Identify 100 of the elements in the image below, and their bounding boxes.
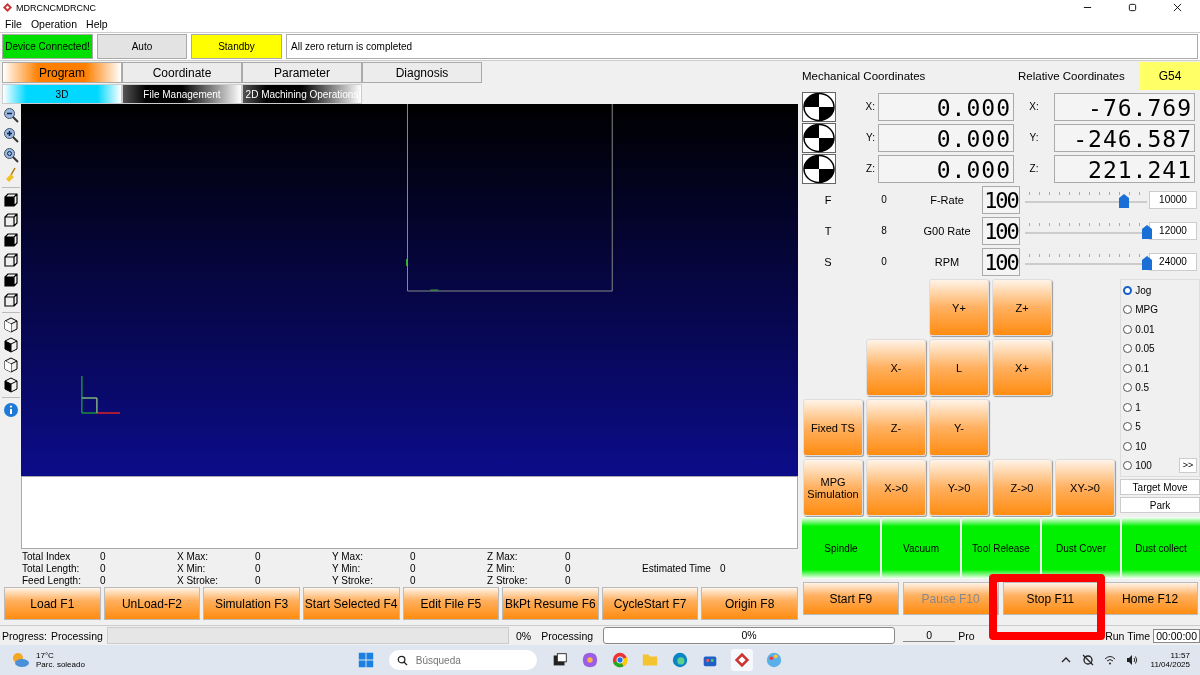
- progress-percent: 0%: [515, 629, 532, 642]
- jog-button[interactable]: Y->0: [929, 459, 989, 516]
- radio-button[interactable]: [1123, 344, 1133, 354]
- radio-button[interactable]: [1123, 324, 1133, 334]
- radio-button[interactable]: [1123, 460, 1133, 470]
- jog-button[interactable]: Z+: [992, 279, 1052, 336]
- iso-cube-icon[interactable]: [2, 357, 19, 373]
- jog-button[interactable]: X+: [992, 339, 1052, 396]
- axis-label: Y:: [865, 132, 876, 143]
- speaker-icon[interactable]: [1125, 654, 1138, 666]
- output-toggle[interactable]: Tool Release: [962, 517, 1040, 579]
- output-toggle[interactable]: Vacuum: [882, 517, 960, 579]
- radio-label[interactable]: 0.05: [1135, 343, 1155, 355]
- program-button[interactable]: Simulation F3: [203, 587, 300, 620]
- iso-cube-icon[interactable]: [2, 377, 19, 393]
- wifi-icon[interactable]: [1103, 654, 1116, 666]
- radio-label[interactable]: 0.01: [1135, 323, 1155, 335]
- clock-time[interactable]: 11:57: [1170, 651, 1190, 660]
- program-button[interactable]: Origin F8: [701, 587, 798, 620]
- more-button[interactable]: >>: [1179, 457, 1197, 473]
- radio-label[interactable]: 0.1: [1135, 362, 1150, 374]
- jog-button[interactable]: X-: [866, 339, 926, 396]
- slider-thumb[interactable]: [1118, 193, 1129, 208]
- jog-button[interactable]: XY->0: [1055, 459, 1115, 516]
- cube-icon[interactable]: [2, 272, 19, 288]
- max-value-field[interactable]: 10000: [1149, 190, 1197, 209]
- close-icon[interactable]: [1173, 3, 1182, 12]
- radio-label[interactable]: MPG: [1135, 304, 1158, 316]
- jog-button[interactable]: Y-: [929, 399, 989, 456]
- radio-button[interactable]: [1123, 441, 1133, 451]
- park-button[interactable]: Park: [1120, 497, 1200, 513]
- tab[interactable]: Program: [2, 62, 122, 83]
- search-field[interactable]: Búsqueda: [388, 650, 537, 670]
- browser-icon[interactable]: [610, 651, 629, 669]
- program-button[interactable]: BkPt Resume F6: [502, 587, 599, 620]
- program-button[interactable]: Edit File F5: [402, 587, 500, 620]
- jog-button[interactable]: Y+: [929, 279, 989, 336]
- jog-button[interactable]: Fixed TS: [803, 399, 863, 456]
- cloud-off-icon[interactable]: [1081, 654, 1094, 666]
- radio-button[interactable]: [1123, 363, 1133, 373]
- radio-label[interactable]: 1: [1135, 401, 1141, 413]
- cube-icon[interactable]: [2, 192, 19, 208]
- app-logo-icon[interactable]: [730, 649, 753, 671]
- coordinate-display: 0.000: [878, 92, 1014, 121]
- stat-value: 0: [100, 563, 107, 575]
- zoom-fit-icon[interactable]: [2, 147, 19, 163]
- zoom-out-icon[interactable]: [2, 107, 19, 123]
- tab[interactable]: 3D: [2, 84, 122, 104]
- program-button[interactable]: Load F1: [4, 587, 101, 620]
- menu-item[interactable]: File: [5, 17, 22, 30]
- maximize-icon[interactable]: [1128, 3, 1137, 12]
- zoom-in-icon[interactable]: [2, 127, 19, 143]
- program-button[interactable]: UnLoad-F2: [103, 587, 201, 620]
- jog-button[interactable]: X->0: [866, 459, 926, 516]
- radio-label[interactable]: 5: [1135, 421, 1141, 433]
- program-button[interactable]: Start Selected F4: [302, 587, 400, 620]
- radio-button[interactable]: [1123, 383, 1133, 393]
- paint-icon[interactable]: [764, 651, 783, 669]
- cube-icon[interactable]: [2, 292, 19, 308]
- clock-date[interactable]: 11/04/2025: [1150, 660, 1190, 669]
- output-toggle[interactable]: Dust collect: [1122, 517, 1200, 579]
- tab[interactable]: Diagnosis: [362, 62, 482, 83]
- slider-thumb[interactable]: [1142, 224, 1152, 239]
- cube-icon[interactable]: [2, 252, 19, 268]
- max-value-field[interactable]: 12000: [1149, 221, 1197, 240]
- start-icon[interactable]: [356, 651, 375, 669]
- radio-selected[interactable]: [1123, 286, 1133, 295]
- jog-button[interactable]: Z->0: [992, 459, 1052, 516]
- cube-icon[interactable]: [2, 212, 19, 228]
- output-toggle[interactable]: Dust Cover: [1042, 517, 1120, 579]
- output-toggle[interactable]: Spindle: [802, 517, 880, 579]
- tab[interactable]: Parameter: [242, 62, 362, 83]
- machine-button[interactable]: Stop F11: [1002, 582, 1099, 615]
- jog-button[interactable]: Z-: [866, 399, 926, 456]
- radio-label[interactable]: 10: [1135, 440, 1147, 452]
- iso-cube-icon[interactable]: [2, 337, 19, 353]
- radio-button[interactable]: [1123, 422, 1133, 432]
- jog-button[interactable]: L: [929, 339, 989, 396]
- tab[interactable]: Coordinate: [122, 62, 242, 83]
- machine-button[interactable]: Start F9: [803, 582, 899, 615]
- run-time-field: 00:00:00: [1153, 628, 1200, 643]
- search-input[interactable]: Búsqueda: [413, 653, 528, 667]
- target-move-button[interactable]: Target Move: [1120, 479, 1200, 495]
- info-icon[interactable]: [2, 402, 19, 418]
- radio-button[interactable]: [1123, 305, 1133, 315]
- max-value-field[interactable]: 24000: [1149, 252, 1197, 271]
- program-button[interactable]: CycleStart F7: [601, 587, 699, 620]
- jog-button[interactable]: MPG Simulation: [803, 459, 863, 516]
- slider-thumb[interactable]: [1142, 255, 1152, 270]
- radio-label[interactable]: 100: [1135, 459, 1152, 471]
- radio-button[interactable]: [1123, 402, 1133, 412]
- cube-icon[interactable]: [2, 232, 19, 248]
- iso-cube-icon[interactable]: [2, 317, 19, 333]
- radio-label[interactable]: 0.5: [1135, 382, 1150, 394]
- machine-button[interactable]: Home F12: [1102, 582, 1198, 615]
- processing-label: Pro: [958, 629, 975, 642]
- radio-label[interactable]: Jog: [1135, 285, 1152, 296]
- menu-item[interactable]: Operation: [30, 17, 78, 30]
- browser-icon[interactable]: [670, 651, 689, 669]
- menu-item[interactable]: Help: [86, 17, 108, 30]
